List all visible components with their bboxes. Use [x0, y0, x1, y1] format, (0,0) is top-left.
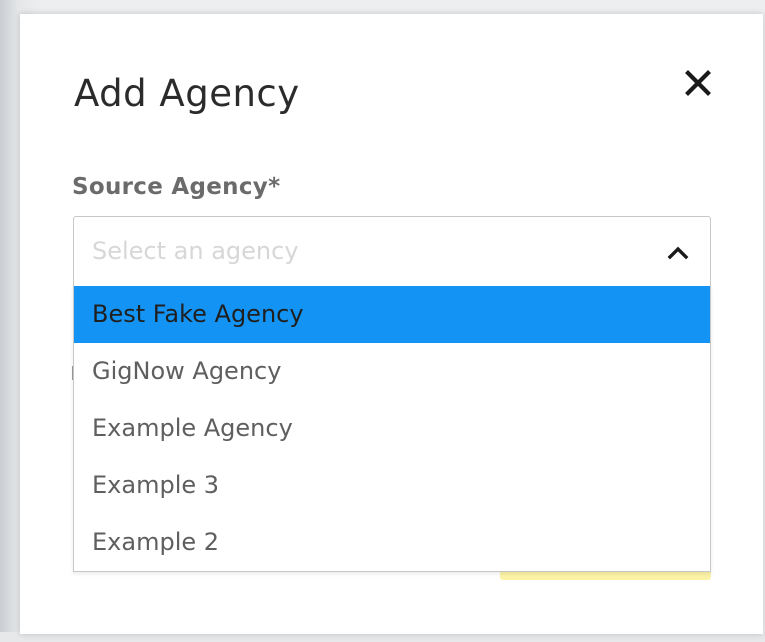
submit-button-partial[interactable]: [500, 571, 711, 580]
source-agency-label: Source Agency*: [72, 174, 281, 200]
select-placeholder: Select an agency: [92, 237, 299, 265]
agency-option-gignow-agency[interactable]: GigNow Agency: [74, 343, 710, 400]
close-button[interactable]: [681, 66, 715, 100]
add-agency-modal: Add Agency Source Agency* Select an agen…: [20, 14, 763, 634]
agency-option-example-agency[interactable]: Example Agency: [74, 400, 710, 457]
source-agency-select[interactable]: Select an agency: [73, 216, 711, 288]
agency-option-best-fake-agency[interactable]: Best Fake Agency: [74, 286, 710, 343]
close-icon: [685, 70, 711, 96]
modal-title: Add Agency: [74, 72, 300, 115]
agency-option-example-3[interactable]: Example 3: [74, 457, 710, 514]
agency-dropdown-list: Best Fake Agency GigNow Agency Example A…: [73, 286, 711, 572]
agency-option-example-2[interactable]: Example 2: [74, 514, 710, 571]
chevron-up-icon: [667, 246, 689, 260]
